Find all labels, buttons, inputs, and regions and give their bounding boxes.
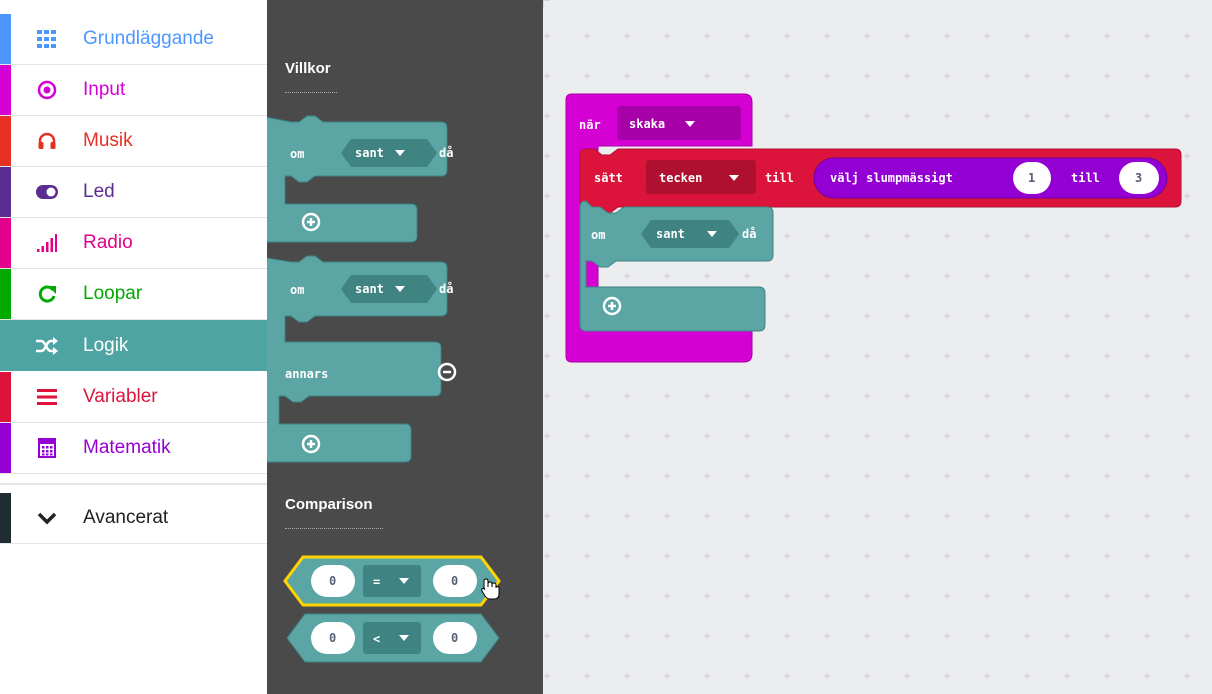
left-value: 0 bbox=[329, 631, 336, 645]
da-label: då bbox=[439, 282, 453, 296]
blocks-workspace[interactable]: när skaka sätt tecken till välj slumpmäs… bbox=[543, 0, 1212, 694]
category-musik[interactable]: Musik bbox=[0, 116, 267, 167]
category-stripe bbox=[0, 116, 11, 166]
headphones-icon bbox=[36, 130, 58, 152]
toolbox-sidebar: Grundläggande Input Musik Led Radio Loop bbox=[0, 0, 267, 694]
signal-bars-icon bbox=[36, 232, 58, 254]
category-stripe bbox=[0, 372, 11, 422]
category-label: Grundläggande bbox=[83, 28, 214, 49]
category-stripe bbox=[0, 493, 11, 543]
category-stripe bbox=[0, 218, 11, 268]
nar-label: när bbox=[579, 118, 601, 132]
refresh-icon bbox=[36, 283, 58, 305]
compare-less-than-block[interactable]: 0 < 0 bbox=[286, 613, 500, 663]
if-block[interactable]: om sant då bbox=[267, 115, 453, 243]
category-avancerat[interactable]: Avancerat bbox=[0, 493, 267, 544]
random-label: välj slumpmässigt bbox=[830, 171, 953, 185]
operator-label: = bbox=[373, 575, 380, 589]
operator-label: < bbox=[373, 632, 380, 646]
right-value: 0 bbox=[451, 631, 458, 645]
sant-dropdown[interactable]: sant bbox=[355, 146, 384, 160]
category-grundlaggande[interactable]: Grundläggande bbox=[0, 14, 267, 65]
sant-dropdown[interactable]: sant bbox=[656, 227, 685, 241]
category-label: Avancerat bbox=[83, 507, 169, 528]
sant-dropdown[interactable]: sant bbox=[355, 282, 384, 296]
grid-icon bbox=[36, 28, 58, 50]
random-from-value: 1 bbox=[1028, 171, 1035, 185]
da-label: då bbox=[439, 146, 453, 160]
left-value: 0 bbox=[329, 574, 336, 588]
annars-label: annars bbox=[285, 367, 328, 381]
operator-dropdown[interactable] bbox=[363, 565, 421, 597]
category-input[interactable]: Input bbox=[0, 65, 267, 116]
category-radio[interactable]: Radio bbox=[0, 218, 267, 269]
random-number-block[interactable]: välj slumpmässigt 1 till 3 bbox=[813, 157, 1168, 199]
category-label: Led bbox=[83, 181, 115, 202]
variable-value: tecken bbox=[659, 171, 702, 185]
category-loopar[interactable]: Loopar bbox=[0, 269, 267, 320]
category-led[interactable]: Led bbox=[0, 167, 267, 218]
shuffle-icon bbox=[36, 335, 58, 357]
list-lines-icon bbox=[36, 386, 58, 408]
om-label: om bbox=[290, 283, 304, 297]
category-label: Matematik bbox=[83, 437, 171, 458]
right-value: 0 bbox=[451, 574, 458, 588]
satt-label: sätt bbox=[594, 171, 623, 185]
category-label: Musik bbox=[83, 130, 133, 151]
da-label: då bbox=[742, 227, 756, 241]
random-to-value: 3 bbox=[1135, 171, 1142, 185]
gesture-value: skaka bbox=[629, 117, 665, 131]
till-label: till bbox=[765, 171, 794, 185]
block-flyout: Villkor Comparison om sant då om sant då… bbox=[267, 0, 543, 694]
toggle-icon bbox=[36, 181, 58, 203]
calculator-icon bbox=[36, 437, 58, 459]
sidebar-divider bbox=[0, 483, 267, 485]
target-icon bbox=[36, 79, 58, 101]
random-till-label: till bbox=[1071, 171, 1100, 185]
set-variable-block[interactable]: sätt tecken till välj slumpmässigt 1 til… bbox=[579, 148, 1182, 214]
om-label: om bbox=[290, 147, 304, 161]
category-stripe bbox=[0, 65, 11, 115]
category-stripe bbox=[0, 14, 11, 64]
om-label: om bbox=[591, 228, 605, 242]
category-label: Logik bbox=[83, 334, 129, 356]
category-matematik[interactable]: Matematik bbox=[0, 423, 267, 474]
category-variabler[interactable]: Variabler bbox=[0, 372, 267, 423]
category-label: Loopar bbox=[83, 283, 143, 304]
category-label: Input bbox=[83, 79, 126, 100]
category-stripe bbox=[0, 167, 11, 217]
compare-equals-block[interactable]: 0 = 0 bbox=[283, 555, 501, 607]
operator-dropdown[interactable] bbox=[363, 622, 421, 654]
category-stripe bbox=[0, 423, 11, 473]
chevron-down-icon bbox=[36, 507, 58, 529]
category-logik[interactable]: Logik bbox=[0, 320, 267, 371]
workspace-if-block[interactable]: om sant då bbox=[579, 200, 774, 332]
if-else-block[interactable]: om sant då annars bbox=[267, 255, 457, 463]
category-label: Radio bbox=[83, 232, 133, 253]
category-stripe bbox=[0, 269, 11, 319]
category-label: Variabler bbox=[83, 386, 158, 407]
